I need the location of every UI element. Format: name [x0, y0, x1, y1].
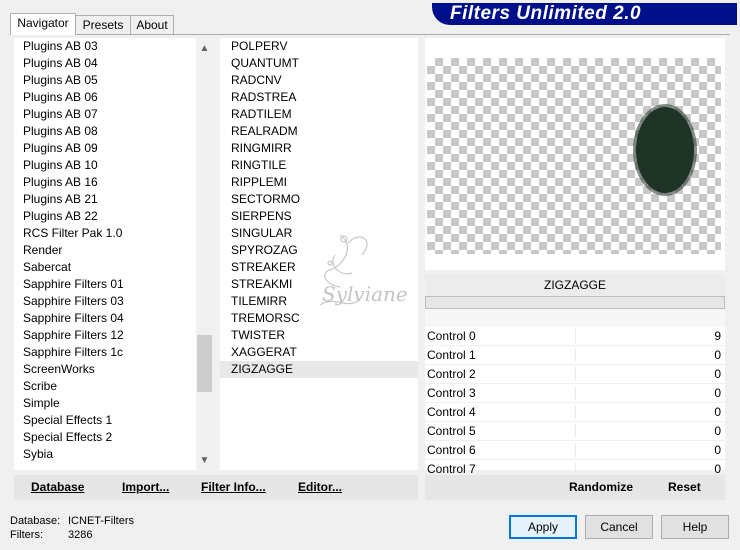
selected-filter-name: ZIGZAGGE	[425, 274, 725, 296]
control-slider-track[interactable]	[575, 443, 576, 457]
category-item[interactable]: ScreenWorks	[14, 361, 196, 378]
control-label: Control 2	[427, 367, 476, 381]
tab-about[interactable]: About	[130, 15, 174, 34]
category-item[interactable]: Plugins AB 06	[14, 89, 196, 106]
control-value: 0	[714, 424, 721, 438]
category-item[interactable]: Sapphire Filters 04	[14, 310, 196, 327]
control-value: 0	[714, 443, 721, 457]
filter-item[interactable]: RADSTREA	[220, 89, 418, 106]
category-item[interactable]: Sapphire Filters 01	[14, 276, 196, 293]
category-item[interactable]: Special Effects 2	[14, 429, 196, 446]
control-row[interactable]: Control 5 0	[425, 422, 725, 441]
category-list[interactable]: Plugins AB 03 Plugins AB 04 Plugins AB 05 P…	[14, 38, 196, 470]
filter-item[interactable]: SECTORMO	[220, 191, 418, 208]
tab-divider	[10, 34, 730, 35]
database-label: Database:	[10, 515, 61, 527]
control-slider-track[interactable]	[575, 348, 576, 362]
control-label: Control 6	[427, 443, 476, 457]
filter-item[interactable]: RADTILEM	[220, 106, 418, 123]
editor-button[interactable]: Editor...	[298, 475, 342, 500]
filters-count-value: 3286	[68, 529, 93, 541]
tab-navigator[interactable]: Navigator	[10, 13, 76, 35]
randomize-button[interactable]: Randomize	[569, 475, 633, 500]
import-button[interactable]: Import...	[122, 475, 169, 500]
category-item[interactable]: Sabercat	[14, 259, 196, 276]
category-item[interactable]: Sapphire Filters 1c	[14, 344, 196, 361]
control-label: Control 3	[427, 386, 476, 400]
category-item[interactable]: Plugins AB 16	[14, 174, 196, 191]
control-slider-track[interactable]	[575, 329, 576, 343]
control-row[interactable]: Control 2 0	[425, 365, 725, 384]
scroll-thumb[interactable]	[197, 335, 212, 392]
control-value: 9	[714, 329, 721, 343]
category-item[interactable]: Plugins AB 07	[14, 106, 196, 123]
tab-presets[interactable]: Presets	[74, 15, 132, 34]
category-item[interactable]: Plugins AB 09	[14, 140, 196, 157]
controls-panel: Control 0 9 Control 1 0 Control 2 0 Control 3 0…	[425, 327, 725, 479]
sylviane-watermark: Sylviane	[319, 234, 408, 306]
reset-button[interactable]: Reset	[668, 475, 701, 500]
scroll-down-icon[interactable]: ▼	[196, 452, 213, 469]
control-label: Control 0	[427, 329, 476, 343]
category-item[interactable]: Sybia	[14, 446, 196, 463]
help-button[interactable]: Help	[661, 515, 729, 539]
control-slider-track[interactable]	[575, 424, 576, 438]
filter-item[interactable]: RINGMIRR	[220, 140, 418, 157]
control-slider-track[interactable]	[575, 367, 576, 381]
category-item[interactable]: Plugins AB 05	[14, 72, 196, 89]
control-row[interactable]: Control 1 0	[425, 346, 725, 365]
category-item[interactable]: Plugins AB 21	[14, 191, 196, 208]
filter-item[interactable]: RIPPLEMI	[220, 174, 418, 191]
control-row[interactable]: Control 3 0	[425, 384, 725, 403]
category-item[interactable]: Plugins AB 04	[14, 55, 196, 72]
control-action-bar: Randomize Reset	[425, 475, 725, 500]
category-item[interactable]: Sapphire Filters 03	[14, 293, 196, 310]
list-action-bar: Database Import... Filter Info... Editor…	[14, 475, 418, 500]
control-value: 0	[714, 405, 721, 419]
filter-item[interactable]: ZIGZAGGE	[220, 361, 418, 378]
category-item[interactable]: RCS Filter Pak 1.0	[14, 225, 196, 242]
category-item[interactable]: Sapphire Filters 12	[14, 327, 196, 344]
app-title: Filters Unlimited 2.0	[450, 3, 642, 24]
category-scrollbar[interactable]: ▲ ▼	[196, 38, 213, 470]
category-item[interactable]: Plugins AB 03	[14, 38, 196, 55]
filter-item[interactable]: RINGTILE	[220, 157, 418, 174]
control-row[interactable]: Control 0 9	[425, 327, 725, 346]
filter-item[interactable]: XAGGERAT	[220, 344, 418, 361]
control-label: Control 1	[427, 348, 476, 362]
control-label: Control 4	[427, 405, 476, 419]
category-item[interactable]: Plugins AB 10	[14, 157, 196, 174]
control-header-gap	[425, 309, 725, 327]
category-item[interactable]: Scribe	[14, 378, 196, 395]
scroll-up-icon[interactable]: ▲	[196, 40, 213, 57]
control-slider-track[interactable]	[575, 405, 576, 419]
category-item[interactable]: Render	[14, 242, 196, 259]
control-slider-track[interactable]	[575, 386, 576, 400]
filter-item[interactable]: RADCNV	[220, 72, 418, 89]
watermark-text: Sylviane	[322, 282, 408, 306]
control-value: 0	[714, 386, 721, 400]
control-value: 0	[714, 367, 721, 381]
category-item[interactable]: Plugins AB 08	[14, 123, 196, 140]
filter-item[interactable]: QUANTUMT	[220, 55, 418, 72]
cancel-button[interactable]: Cancel	[585, 515, 653, 539]
filter-info-button[interactable]: Filter Info...	[201, 475, 266, 500]
apply-button[interactable]: Apply	[509, 515, 577, 539]
control-label: Control 5	[427, 424, 476, 438]
filters-count-label: Filters:	[10, 529, 43, 541]
control-row[interactable]: Control 6 0	[425, 441, 725, 460]
control-slider-track[interactable]	[575, 462, 576, 476]
database-button[interactable]: Database	[31, 475, 84, 500]
preview-shape	[636, 107, 694, 193]
filter-item[interactable]: REALRADM	[220, 123, 418, 140]
database-value: ICNET-Filters	[68, 515, 134, 527]
filter-item[interactable]: POLPERV	[220, 38, 418, 55]
category-item[interactable]: Plugins AB 22	[14, 208, 196, 225]
category-item[interactable]: Simple	[14, 395, 196, 412]
control-value: 0	[714, 348, 721, 362]
progress-bar	[425, 296, 725, 309]
control-row[interactable]: Control 4 0	[425, 403, 725, 422]
category-item[interactable]: Special Effects 1	[14, 412, 196, 429]
